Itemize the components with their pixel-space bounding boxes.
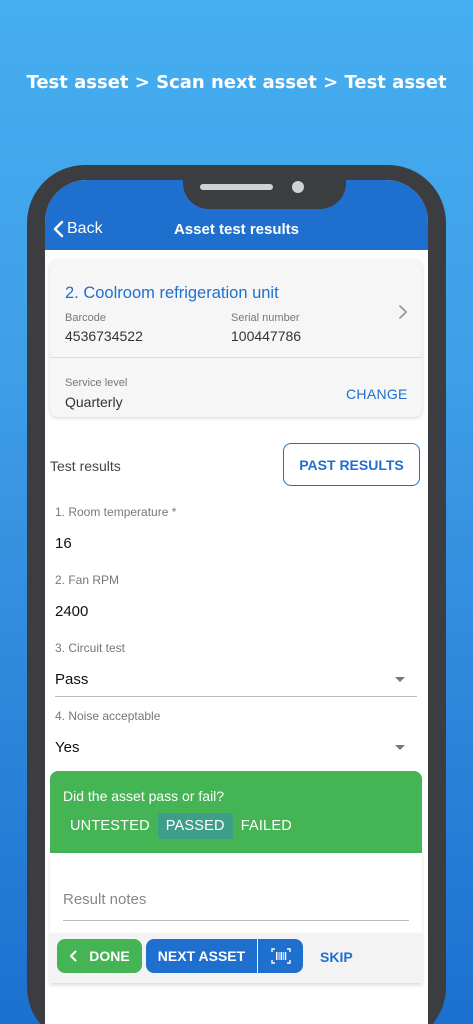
service-level-label: Service level	[65, 377, 128, 389]
promo-caption: Test asset > Scan next asset > Test asse…	[26, 72, 447, 93]
done-label: DONE	[89, 948, 130, 964]
barcode-value: 4536734522	[65, 328, 143, 344]
scan-barcode-button[interactable]	[258, 939, 303, 973]
select-underline	[55, 696, 417, 697]
option-passed[interactable]: PASSED	[157, 813, 233, 839]
fan-rpm-input[interactable]: 2400	[55, 603, 88, 620]
phone-camera	[292, 181, 304, 193]
field-label: 4. Noise acceptable	[55, 709, 161, 723]
past-results-button[interactable]: PAST RESULTS	[283, 443, 420, 486]
change-button[interactable]: CHANGE	[346, 386, 408, 402]
field-label: 3. Circuit test	[55, 641, 126, 655]
phone-speaker	[200, 184, 273, 190]
pass-fail-options: UNTESTED PASSED FAILED	[62, 813, 300, 839]
chevron-left-icon	[70, 950, 77, 962]
skip-button[interactable]: SKIP	[320, 949, 353, 965]
serial-label: Serial number	[231, 312, 300, 324]
barcode-label: Barcode	[65, 312, 106, 324]
barcode-scan-icon	[270, 948, 291, 964]
asset-card[interactable]: 2. Coolroom refrigeration unit Barcode 4…	[50, 260, 422, 417]
result-notes-area: Result notes	[50, 853, 422, 933]
chevron-right-icon[interactable]	[398, 304, 408, 320]
noise-acceptable-select[interactable]: Yes	[55, 739, 79, 756]
test-results-heading: Test results	[50, 458, 121, 474]
pass-fail-panel: Did the asset pass or fail? UNTESTED PAS…	[50, 771, 422, 853]
option-untested[interactable]: UNTESTED	[62, 813, 158, 839]
serial-value: 100447786	[231, 328, 302, 344]
option-failed[interactable]: FAILED	[233, 813, 300, 839]
notes-underline	[63, 920, 409, 921]
field-label: 2. Fan RPM	[55, 573, 120, 587]
app-screen: Back Asset test results 2. Coolroom refr…	[45, 180, 428, 1024]
action-bar: DONE NEXT ASSET SKIP	[50, 933, 422, 983]
next-asset-button[interactable]: NEXT ASSET	[146, 939, 257, 973]
room-temperature-input[interactable]: 16	[55, 535, 72, 552]
done-button[interactable]: DONE	[57, 939, 142, 973]
card-divider	[50, 357, 422, 358]
dropdown-caret-icon[interactable]	[395, 677, 405, 682]
circuit-test-select[interactable]: Pass	[55, 671, 88, 688]
asset-name: 2. Coolroom refrigeration unit	[65, 284, 279, 302]
service-level-value: Quarterly	[65, 394, 123, 410]
field-label: 1. Room temperature *	[55, 505, 177, 519]
page-title: Asset test results	[173, 221, 300, 238]
result-notes-input[interactable]: Result notes	[63, 891, 146, 908]
content-area: 2. Coolroom refrigeration unit Barcode 4…	[45, 250, 428, 1024]
dropdown-caret-icon[interactable]	[395, 745, 405, 750]
pass-fail-question: Did the asset pass or fail?	[63, 788, 225, 804]
